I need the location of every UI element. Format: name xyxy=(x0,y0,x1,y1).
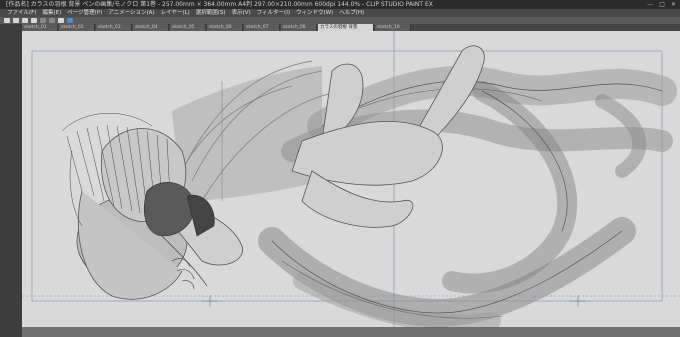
menu-help[interactable]: ヘルプ(H) xyxy=(336,9,367,17)
close-button[interactable]: ✕ xyxy=(671,0,676,9)
save-icon[interactable] xyxy=(31,18,37,23)
left-panel-edge xyxy=(0,24,22,337)
hair-shadow xyxy=(172,66,322,201)
maximize-button[interactable]: □ xyxy=(659,0,665,9)
menu-view[interactable]: 表示(V) xyxy=(229,9,254,17)
canvas-tab[interactable]: sketch_10 xyxy=(375,24,411,31)
menu-edit[interactable]: 編集(E) xyxy=(39,9,64,17)
menu-file[interactable]: ファイル(F) xyxy=(4,9,39,17)
canvas-paper[interactable] xyxy=(22,31,680,327)
menu-bar: ファイル(F) 編集(E) ページ管理(P) アニメーション(A) レイヤー(L… xyxy=(0,9,680,17)
canvas-tab[interactable]: sketch_08 xyxy=(281,24,317,31)
menu-layer[interactable]: レイヤー(L) xyxy=(158,9,193,17)
menu-page[interactable]: ページ管理(P) xyxy=(64,9,105,17)
minimize-button[interactable]: — xyxy=(647,0,653,9)
canvas-tab[interactable]: sketch_05 xyxy=(170,24,206,31)
menu-animation[interactable]: アニメーション(A) xyxy=(105,9,157,17)
snap-icon[interactable] xyxy=(67,18,73,23)
canvas-bottom-strip xyxy=(22,327,680,337)
canvas-tab[interactable]: sketch_02 xyxy=(59,24,95,31)
canvas-tab-active[interactable]: カラスの羽根 背景 xyxy=(318,24,374,31)
menu-filter[interactable]: フィルター(I) xyxy=(254,9,293,17)
sketch-illustration xyxy=(22,31,680,327)
canvas-tab[interactable]: sketch_07 xyxy=(244,24,280,31)
redo-icon[interactable] xyxy=(49,18,55,23)
window-controls: — □ ✕ xyxy=(647,0,676,9)
eye-icon[interactable] xyxy=(4,18,10,23)
canvas-tab[interactable]: sketch_03 xyxy=(96,24,132,31)
menu-selection[interactable]: 選択範囲(S) xyxy=(193,9,229,17)
canvas-tab-bar: sketch_01 sketch_02 sketch_03 sketch_04 … xyxy=(22,24,680,31)
open-icon[interactable] xyxy=(22,18,28,23)
menu-window[interactable]: ウィンドウ(W) xyxy=(293,9,336,17)
canvas-area[interactable] xyxy=(22,31,680,337)
canvas-tab[interactable]: sketch_01 xyxy=(22,24,58,31)
canvas-tab[interactable]: sketch_06 xyxy=(207,24,243,31)
canvas-tab[interactable]: sketch_04 xyxy=(133,24,169,31)
command-bar xyxy=(0,17,680,24)
window-title: [作品名] カラスの羽根 背景 ペンの画集/モノクロ 第1巻 - 257.00m… xyxy=(6,1,433,8)
window-titlebar: [作品名] カラスの羽根 背景 ペンの画集/モノクロ 第1巻 - 257.00m… xyxy=(0,0,680,9)
transform-icon[interactable] xyxy=(58,18,64,23)
new-icon[interactable] xyxy=(13,18,19,23)
undo-icon[interactable] xyxy=(40,18,46,23)
